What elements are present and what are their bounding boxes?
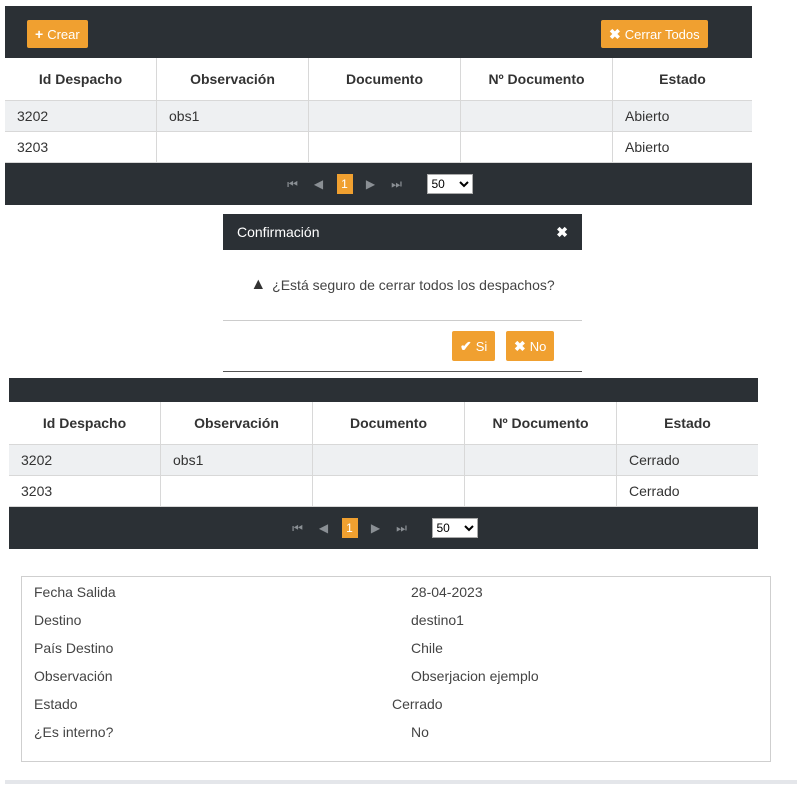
cell-numero-documento bbox=[460, 100, 613, 132]
pager: ⏮ ◀ 1 ▶ ⏭ 50 bbox=[5, 163, 752, 205]
detail-label: Observación bbox=[34, 668, 113, 684]
grid-toolbar bbox=[9, 378, 758, 402]
dialog-body: ▲ ¿Está seguro de cerrar todos los despa… bbox=[223, 250, 582, 321]
close-icon: ✖ bbox=[514, 337, 526, 354]
current-page[interactable]: 1 bbox=[341, 518, 358, 538]
cell-documento bbox=[312, 444, 465, 476]
cell-estado: Cerrado bbox=[616, 475, 758, 507]
first-page-icon[interactable]: ⏮ bbox=[285, 174, 301, 194]
dispatch-table: Id Despacho Observación Documento Nº Doc… bbox=[5, 58, 752, 163]
current-page[interactable]: 1 bbox=[336, 174, 353, 194]
cell-observacion: obs1 bbox=[160, 444, 313, 476]
no-button[interactable]: ✖ No bbox=[506, 331, 555, 361]
col-numero-documento[interactable]: Nº Documento bbox=[460, 58, 613, 101]
detail-value: 28-04-2023 bbox=[411, 584, 483, 600]
dialog-footer: ✔ Si ✖ No bbox=[223, 321, 582, 372]
detail-value: Obserjacion ejemplo bbox=[411, 668, 539, 684]
col-documento[interactable]: Documento bbox=[308, 58, 461, 101]
last-page-icon[interactable]: ⏭ bbox=[394, 518, 410, 538]
check-icon: ✔ bbox=[460, 337, 472, 354]
cell-documento bbox=[308, 100, 461, 132]
table-header-row: Id Despacho Observación Documento Nº Doc… bbox=[9, 402, 758, 445]
first-page-icon[interactable]: ⏮ bbox=[290, 518, 306, 538]
detail-label: Fecha Salida bbox=[34, 584, 116, 600]
col-numero-documento[interactable]: Nº Documento bbox=[464, 402, 617, 445]
close-icon[interactable]: ✖ bbox=[556, 224, 568, 241]
detail-label: País Destino bbox=[34, 640, 114, 656]
page-size-select[interactable]: 50 bbox=[426, 174, 473, 194]
close-all-button[interactable]: ✖ Cerrar Todos bbox=[601, 20, 708, 48]
cell-estado: Abierto bbox=[612, 131, 752, 163]
detail-label: Estado bbox=[34, 696, 78, 712]
grid-toolbar: + Crear ✖ Cerrar Todos bbox=[5, 6, 752, 58]
cell-estado: Cerrado bbox=[616, 444, 758, 476]
table-row[interactable]: 3202 obs1 Abierto bbox=[5, 100, 752, 132]
cell-id: 3202 bbox=[5, 100, 157, 132]
col-documento[interactable]: Documento bbox=[312, 402, 465, 445]
col-observacion[interactable]: Observación bbox=[156, 58, 309, 101]
close-icon: ✖ bbox=[609, 25, 621, 42]
cell-estado: Abierto bbox=[612, 100, 752, 132]
col-estado[interactable]: Estado bbox=[616, 402, 758, 445]
col-estado[interactable]: Estado bbox=[612, 58, 752, 101]
cell-id: 3203 bbox=[5, 131, 157, 163]
detail-value: destino1 bbox=[411, 612, 464, 628]
table-row[interactable]: 3203 Abierto bbox=[5, 131, 752, 163]
pager: ⏮ ◀ 1 ▶ ⏭ 50 bbox=[9, 507, 758, 549]
dialog-message: ¿Está seguro de cerrar todos los despach… bbox=[272, 277, 555, 293]
plus-icon: + bbox=[35, 26, 44, 42]
cell-numero-documento bbox=[464, 444, 617, 476]
yes-button[interactable]: ✔ Si bbox=[452, 331, 496, 361]
dispatch-table: Id Despacho Observación Documento Nº Doc… bbox=[9, 402, 758, 507]
cell-numero-documento bbox=[464, 475, 617, 507]
dispatch-details: Fecha Salida 28-04-2023 Destino destino1… bbox=[21, 576, 771, 762]
detail-label: ¿Es interno? bbox=[34, 724, 114, 740]
confirmation-dialog: Confirmación ✖ ▲ ¿Está seguro de cerrar … bbox=[223, 214, 582, 372]
table-row[interactable]: 3203 Cerrado bbox=[9, 475, 758, 507]
cell-numero-documento bbox=[460, 131, 613, 163]
prev-page-icon[interactable]: ◀ bbox=[316, 518, 332, 538]
table-row[interactable]: 3202 obs1 Cerrado bbox=[9, 444, 758, 476]
dialog-title: Confirmación bbox=[237, 224, 320, 240]
scrollbar-track[interactable] bbox=[5, 780, 797, 784]
col-observacion[interactable]: Observación bbox=[160, 402, 313, 445]
cell-id: 3202 bbox=[9, 444, 161, 476]
dispatch-grid-open: + Crear ✖ Cerrar Todos Id Despacho Obser… bbox=[5, 6, 752, 205]
cell-observacion bbox=[156, 131, 309, 163]
detail-value: No bbox=[411, 724, 429, 740]
next-page-icon[interactable]: ▶ bbox=[368, 518, 384, 538]
cell-id: 3203 bbox=[9, 475, 161, 507]
detail-value: Cerrado bbox=[392, 696, 443, 712]
last-page-icon[interactable]: ⏭ bbox=[389, 174, 405, 194]
col-id-despacho[interactable]: Id Despacho bbox=[9, 402, 161, 445]
cell-observacion bbox=[160, 475, 313, 507]
col-id-despacho[interactable]: Id Despacho bbox=[5, 58, 157, 101]
page-size-select[interactable]: 50 bbox=[431, 518, 478, 538]
warning-icon: ▲ bbox=[250, 276, 267, 293]
dispatch-grid-closed: Id Despacho Observación Documento Nº Doc… bbox=[9, 378, 758, 549]
cell-documento bbox=[308, 131, 461, 163]
next-page-icon[interactable]: ▶ bbox=[363, 174, 379, 194]
table-header-row: Id Despacho Observación Documento Nº Doc… bbox=[5, 58, 752, 101]
detail-label: Destino bbox=[34, 612, 82, 628]
detail-value: Chile bbox=[411, 640, 443, 656]
create-button[interactable]: + Crear bbox=[27, 20, 88, 48]
cell-documento bbox=[312, 475, 465, 507]
prev-page-icon[interactable]: ◀ bbox=[311, 174, 327, 194]
cell-observacion: obs1 bbox=[156, 100, 309, 132]
dialog-header: Confirmación ✖ bbox=[223, 214, 582, 250]
